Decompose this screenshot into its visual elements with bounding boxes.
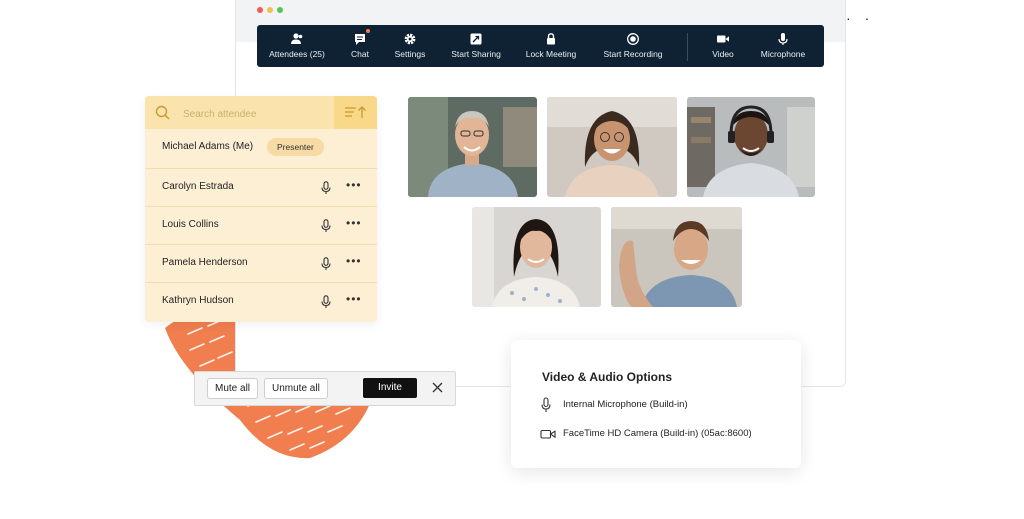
- sort-attendees-button[interactable]: [334, 96, 377, 129]
- attendee-name: Carolyn Estrada: [162, 181, 234, 192]
- video-tile-2[interactable]: [547, 97, 677, 197]
- toolbar-microphone-button[interactable]: Microphone: [757, 25, 809, 67]
- chat-icon: [355, 34, 365, 45]
- toolbar-divider: [687, 33, 688, 61]
- microphone-option-label: Internal Microphone (Build-in): [563, 399, 688, 410]
- attendee-row[interactable]: Michael Adams (Me) Presenter: [145, 129, 377, 166]
- toolbar-start-sharing-button[interactable]: Start Sharing: [447, 25, 505, 67]
- mic-icon[interactable]: [320, 181, 332, 195]
- toolbar-chat-label: Chat: [351, 49, 369, 59]
- camera-icon: [540, 429, 556, 439]
- settings-icon: [404, 33, 416, 45]
- attendee-name: Louis Collins: [162, 219, 219, 230]
- toolbar-lock-meeting-button[interactable]: Lock Meeting: [523, 25, 579, 67]
- maximize-window-button[interactable]: [277, 7, 283, 13]
- attendee-search-bar: [145, 96, 377, 129]
- record-icon: [627, 33, 639, 45]
- video-tile-5[interactable]: [611, 207, 742, 307]
- attendee-search-input[interactable]: [181, 104, 335, 124]
- sort-icon: [345, 106, 366, 118]
- attendees-panel: Michael Adams (Me) Presenter Carolyn Est…: [145, 96, 377, 322]
- invite-button[interactable]: Invite: [363, 378, 417, 398]
- toolbar-settings-button[interactable]: Settings: [389, 25, 431, 67]
- close-window-button[interactable]: [257, 7, 263, 13]
- mic-icon[interactable]: [320, 219, 332, 233]
- more-icon[interactable]: •••: [346, 254, 362, 268]
- attendee-row[interactable]: Louis Collins •••: [145, 206, 377, 244]
- search-icon: [155, 105, 170, 120]
- toolbar-start-recording-button[interactable]: Start Recording: [601, 25, 665, 67]
- toolbar-settings-label: Settings: [394, 49, 426, 59]
- mic-icon: [541, 397, 551, 412]
- toolbar-attendees-label: Attendees (25): [269, 49, 325, 59]
- attendee-name: Michael Adams (Me): [162, 141, 254, 152]
- video-icon: [717, 35, 729, 43]
- presenter-badge: Presenter: [267, 138, 324, 156]
- attendee-row[interactable]: Kathryn Hudson •••: [145, 282, 377, 320]
- toolbar-video-label: Video: [712, 49, 734, 59]
- more-icon[interactable]: •••: [346, 292, 362, 306]
- toolbar-lock-meeting-label: Lock Meeting: [525, 49, 577, 59]
- toolbar-start-sharing-label: Start Sharing: [451, 49, 501, 59]
- minimize-window-button[interactable]: [267, 7, 273, 13]
- attendee-name: Kathryn Hudson: [162, 295, 234, 306]
- attendee-name: Pamela Henderson: [162, 257, 248, 268]
- meeting-toolbar: Attendees (25) Chat Settings Start Shari…: [257, 25, 824, 67]
- toolbar-chat-button[interactable]: Chat: [345, 25, 375, 67]
- attendee-row[interactable]: Pamela Henderson •••: [145, 244, 377, 282]
- mute-all-button[interactable]: Mute all: [207, 378, 259, 399]
- mic-icon[interactable]: [320, 257, 332, 271]
- close-icon[interactable]: [432, 382, 443, 393]
- unmute-all-button[interactable]: Unmute all: [264, 378, 328, 399]
- toolbar-video-button[interactable]: Video: [707, 25, 739, 67]
- chat-notification-dot: [366, 29, 370, 33]
- video-tile-1[interactable]: [408, 97, 537, 197]
- more-icon[interactable]: •••: [346, 178, 362, 192]
- toolbar-start-recording-label: Start Recording: [603, 49, 663, 59]
- corner-dots: ··: [846, 10, 884, 26]
- microphone-icon: [778, 33, 788, 45]
- video-tile-4[interactable]: [472, 207, 601, 307]
- options-title: Video & Audio Options: [542, 370, 672, 384]
- attendees-icon: [291, 33, 303, 44]
- share-icon: [470, 33, 482, 45]
- video-tile-3[interactable]: [687, 97, 815, 197]
- more-icon[interactable]: •••: [346, 216, 362, 230]
- video-audio-options-card: Video & Audio Options Internal Microphon…: [511, 340, 801, 468]
- mic-icon[interactable]: [320, 295, 332, 309]
- attendee-action-bar: Mute all Unmute all Invite: [194, 371, 456, 406]
- attendee-row[interactable]: Carolyn Estrada •••: [145, 168, 377, 206]
- camera-option-label: FaceTime HD Camera (Build-in) (05ac:8600…: [563, 428, 752, 439]
- lock-icon: [547, 33, 555, 45]
- toolbar-attendees-button[interactable]: Attendees (25): [263, 25, 331, 67]
- toolbar-microphone-label: Microphone: [760, 49, 806, 59]
